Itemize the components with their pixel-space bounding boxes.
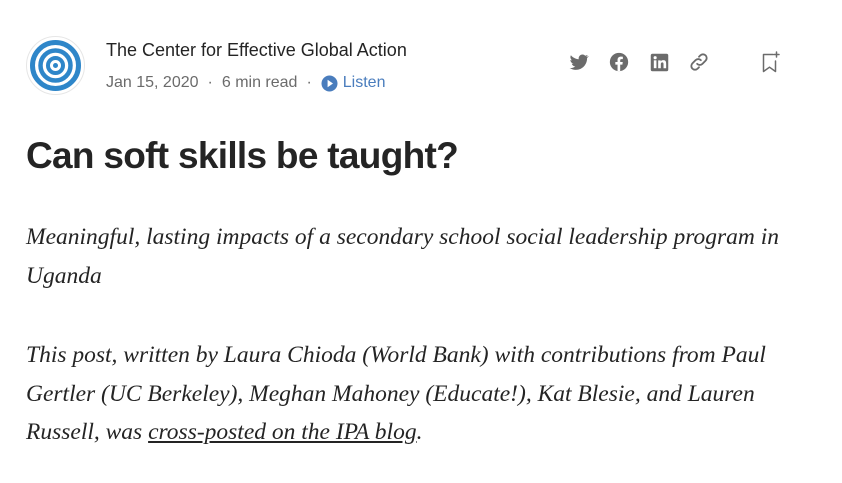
intro-paragraph: This post, written by Laura Chioda (Worl… bbox=[26, 336, 816, 452]
copy-link-button[interactable] bbox=[687, 50, 711, 74]
post-meta: Jan 15, 2020 · 6 min read · Listen bbox=[106, 74, 385, 92]
cega-logo-icon bbox=[26, 36, 85, 95]
twitter-icon bbox=[569, 54, 589, 70]
article-subtitle: Meaningful, lasting impacts of a seconda… bbox=[26, 224, 780, 289]
meta-separator: · bbox=[306, 74, 312, 91]
meta-separator: · bbox=[207, 74, 213, 91]
link-icon bbox=[690, 53, 708, 71]
facebook-icon bbox=[609, 52, 629, 72]
author-avatar[interactable] bbox=[26, 36, 85, 95]
play-icon bbox=[321, 75, 338, 91]
share-linkedin-button[interactable] bbox=[647, 50, 671, 74]
author-name[interactable]: The Center for Effective Global Action bbox=[106, 40, 407, 61]
article-title: Can soft skills be taught? bbox=[26, 135, 459, 176]
listen-label: Listen bbox=[342, 74, 386, 91]
listen-button[interactable]: Listen bbox=[321, 74, 386, 92]
bookmark-add-icon bbox=[762, 51, 780, 73]
linkedin-icon bbox=[650, 53, 668, 71]
share-twitter-button[interactable] bbox=[567, 50, 591, 74]
ipa-blog-link[interactable]: cross-posted on the IPA blog bbox=[148, 419, 417, 445]
intro-text-end: . bbox=[416, 419, 423, 445]
publish-date: Jan 15, 2020 bbox=[106, 74, 199, 91]
share-facebook-button[interactable] bbox=[607, 50, 631, 74]
read-time: 6 min read bbox=[221, 74, 298, 91]
bookmark-button[interactable] bbox=[757, 50, 781, 74]
